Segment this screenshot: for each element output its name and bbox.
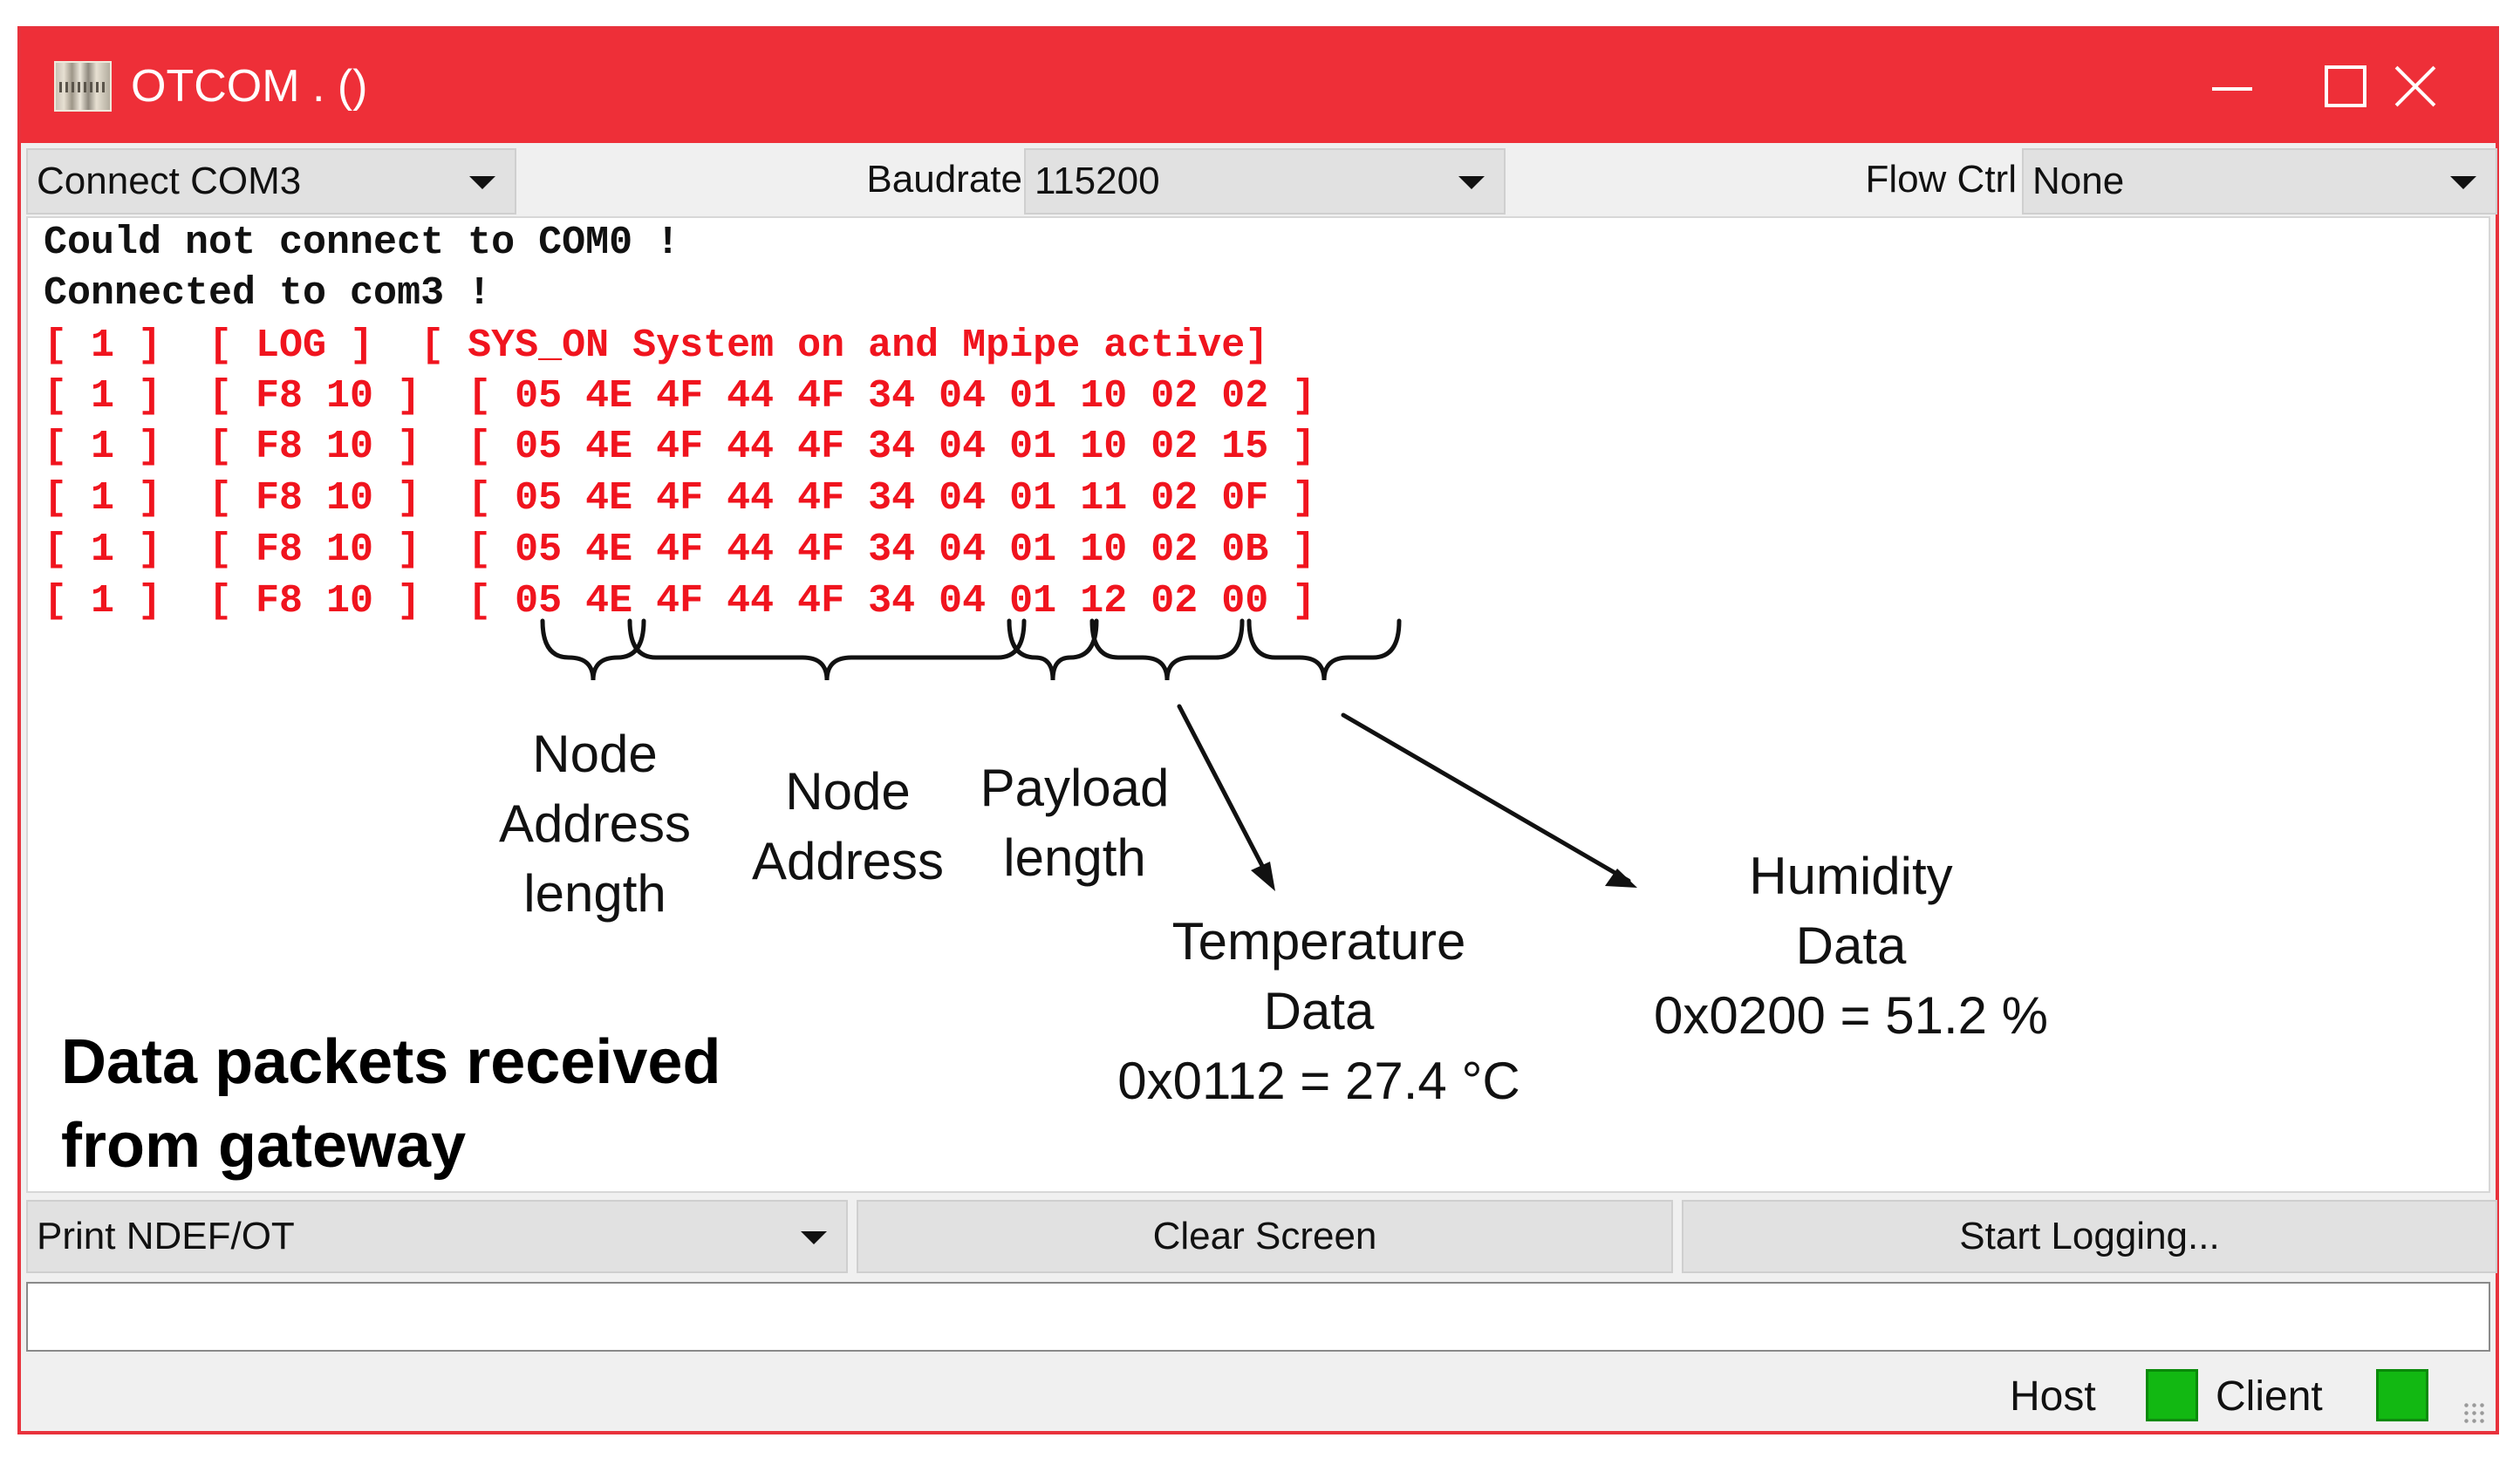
chevron-down-icon — [1458, 176, 1485, 189]
caption: Data packets received from gateway — [61, 1020, 720, 1188]
baudrate-label: Baudrate — [866, 158, 1022, 201]
label-humidity: Humidity Data 0x0200 = 51.2 % — [1598, 842, 2104, 1051]
print-mode-value: Print NDEF/OT — [37, 1215, 295, 1257]
app-window: OTCOM . () Connect COM3 Baudrate 115200 … — [17, 26, 2499, 1434]
baudrate-select-value: 115200 — [1035, 160, 1160, 202]
start-logging-button[interactable]: Start Logging... — [1682, 1200, 2497, 1273]
caption-line: Data packets received — [61, 1027, 721, 1097]
label-line: 0x0200 = 51.2 % — [1653, 986, 2049, 1045]
label-line: Address — [498, 794, 692, 853]
host-status-led — [2146, 1369, 2198, 1421]
label-line: Payload — [980, 759, 1170, 817]
arrow-head-temperature — [1251, 862, 1275, 891]
brace-node-address — [627, 618, 1027, 681]
brace-humidity — [1246, 618, 1402, 681]
print-mode-select[interactable]: Print NDEF/OT — [26, 1200, 848, 1273]
arrow-humidity — [1341, 712, 1631, 883]
title-bar[interactable]: OTCOM . () — [21, 30, 2496, 143]
flowctrl-select[interactable]: None — [2022, 148, 2497, 215]
connect-select-value: Connect COM3 — [37, 160, 302, 202]
baudrate-select[interactable]: 115200 — [1024, 148, 1506, 215]
chevron-down-icon — [801, 1231, 827, 1244]
flowctrl-label: Flow Ctrl — [1865, 158, 2017, 201]
command-input[interactable] — [26, 1282, 2490, 1352]
clear-screen-button[interactable]: Clear Screen — [857, 1200, 1673, 1273]
client-label: Client — [2216, 1373, 2323, 1420]
chevron-down-icon — [469, 176, 495, 189]
chevron-down-icon — [2450, 176, 2476, 189]
window-title: OTCOM . () — [131, 61, 368, 112]
label-temperature: Temperature Data 0x0112 = 27.4 °C — [1048, 907, 1589, 1116]
client-status-led — [2376, 1369, 2428, 1421]
toolbar: Connect COM3 Baudrate 115200 Flow Ctrl N… — [21, 143, 2497, 216]
label-line: Data — [1795, 916, 1907, 975]
brace-temperature — [1089, 618, 1245, 681]
label-line: length — [1003, 828, 1146, 887]
caption-line: from gateway — [61, 1111, 467, 1181]
label-line: Data — [1263, 982, 1375, 1040]
close-button[interactable] — [2332, 30, 2498, 143]
close-icon — [2394, 65, 2437, 108]
bottom-toolbar: Print NDEF/OT Clear Screen Start Logging… — [21, 1195, 2497, 1277]
resize-grip-icon[interactable] — [2462, 1401, 2487, 1426]
label-node-address-length: Node Address length — [464, 719, 726, 929]
flowctrl-select-value: None — [2032, 160, 2125, 202]
label-payload-length: Payload length — [935, 753, 1214, 893]
label-line: 0x0112 = 27.4 °C — [1117, 1052, 1520, 1110]
label-line: Node — [532, 725, 658, 783]
host-label: Host — [2010, 1373, 2096, 1420]
console-output[interactable]: Could not connect to COM0 ! Connected to… — [26, 216, 2490, 1193]
minimize-icon — [2212, 87, 2252, 91]
status-bar: Host Client — [21, 1357, 2496, 1434]
label-line: Temperature — [1171, 912, 1466, 971]
app-icon — [54, 61, 112, 112]
label-line: length — [523, 864, 666, 923]
connect-select[interactable]: Connect COM3 — [26, 148, 516, 215]
label-line: Humidity — [1749, 847, 1953, 905]
